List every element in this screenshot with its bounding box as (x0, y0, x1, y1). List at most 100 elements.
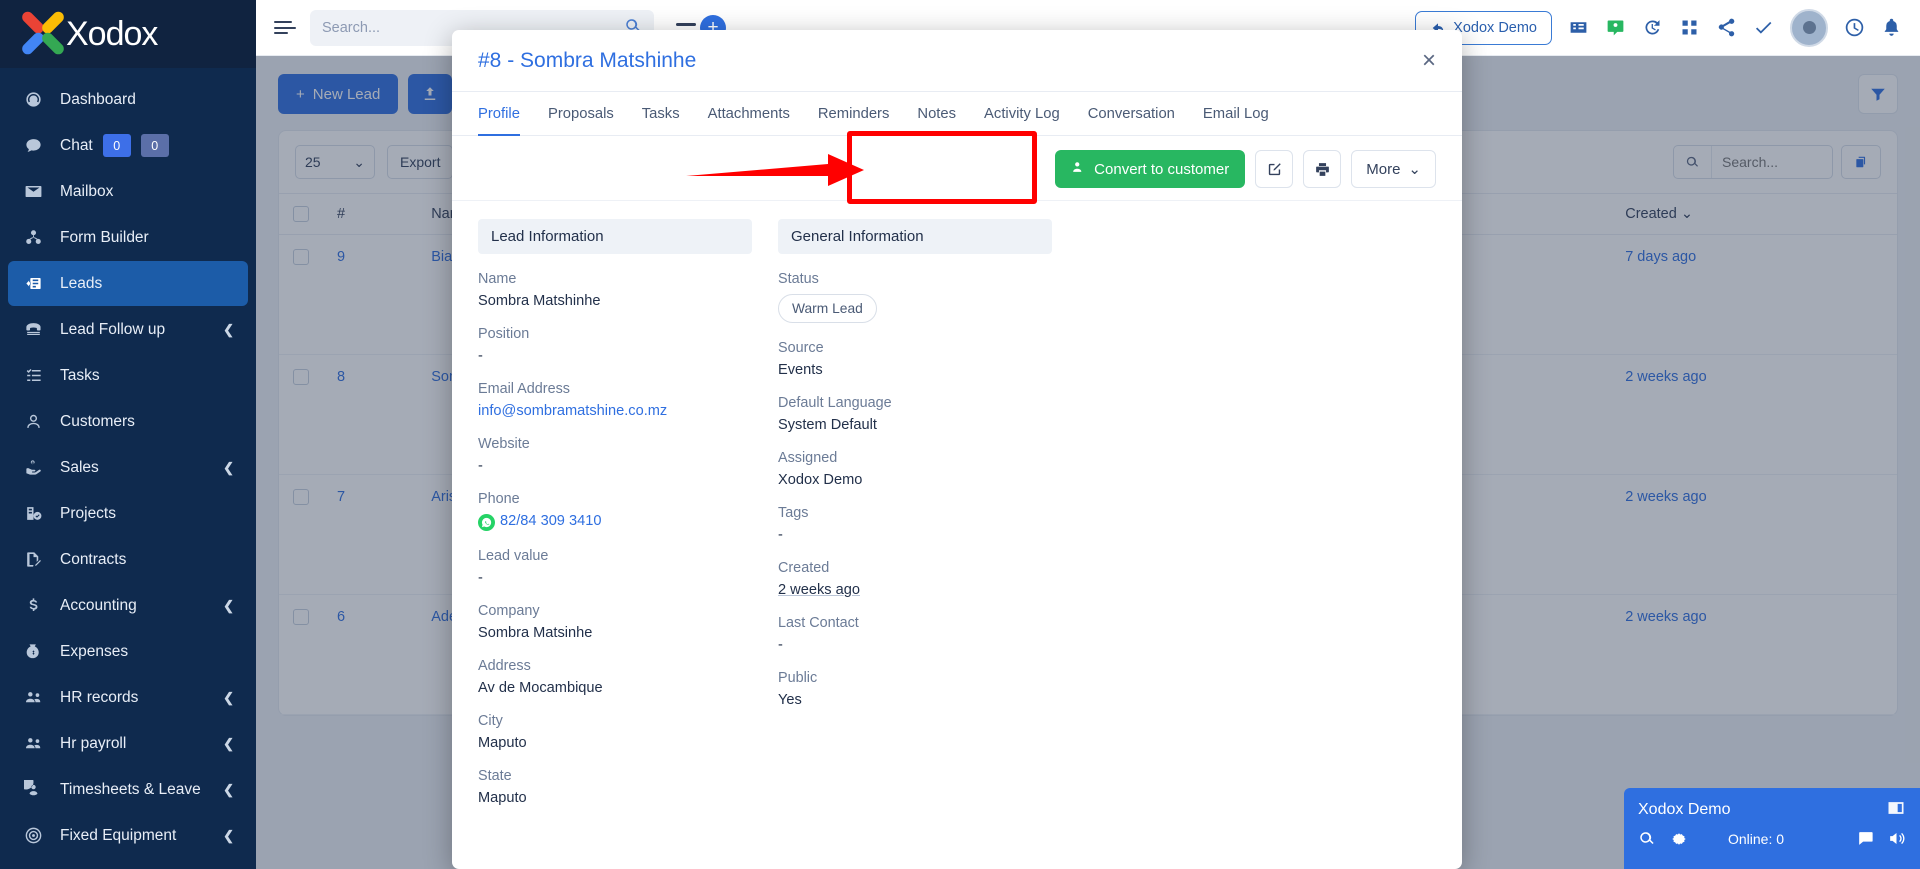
field-label: Website (478, 436, 530, 452)
sidebar-item-expenses[interactable]: Expenses (8, 629, 248, 674)
field-label: State (478, 768, 512, 784)
sidebar-item-hr-records[interactable]: HR records ❮ (8, 675, 248, 720)
tab-activity-log[interactable]: Activity Log (970, 92, 1074, 136)
field-label: Default Language (778, 395, 892, 411)
grid-icon[interactable] (1679, 17, 1700, 38)
field-label: Source (778, 340, 824, 356)
sidebar-item-projects[interactable]: Projects (8, 491, 248, 536)
convert-to-customer-label: Convert to customer (1094, 160, 1230, 178)
chevron-left-icon: ❮ (223, 689, 234, 705)
phone-value[interactable]: 82/84 309 3410 (478, 513, 752, 531)
status-badge[interactable]: Warm Lead (778, 294, 877, 323)
field-value: Sombra Matsinhe (478, 625, 593, 641)
tab-email-log[interactable]: Email Log (1189, 92, 1283, 136)
money-bag-icon (20, 641, 46, 663)
tab-conversation[interactable]: Conversation (1074, 92, 1189, 136)
sidebar-item-email-template[interactable]: Email Template ❮ (8, 859, 248, 869)
sidebar-item-lead-follow-up[interactable]: Lead Follow up ❮ (8, 307, 248, 352)
search-icon[interactable] (1638, 830, 1656, 848)
user-add-icon (1071, 160, 1086, 179)
panel-toggle-icon[interactable] (1886, 798, 1906, 821)
share-icon[interactable] (1716, 17, 1737, 38)
chevron-down-icon: ⌄ (1408, 161, 1421, 178)
field-value: Sombra Matshinhe (478, 293, 601, 309)
lead-information-panel: Lead Information Name Sombra Matshinhe P… (478, 219, 752, 806)
sidebar-item-leads[interactable]: Leads (8, 261, 248, 306)
sidebar-item-chat[interactable]: Chat 0 0 (8, 123, 248, 168)
gear-icon[interactable] (1670, 830, 1688, 848)
sidebar-item-label: Dashboard (60, 90, 136, 108)
form-builder-icon (20, 227, 46, 249)
sidebar-item-label: Projects (60, 504, 116, 522)
sidebar-item-customers[interactable]: Customers (8, 399, 248, 444)
target-icon (20, 825, 46, 847)
sidebar-item-label: Accounting (60, 596, 137, 614)
sidebar-item-fixed-equipment[interactable]: Fixed Equipment ❮ (8, 813, 248, 858)
modal-header: #8 - Sombra Matshinhe × (452, 30, 1462, 92)
field-company: Company Sombra Matsinhe (478, 603, 752, 641)
chevron-left-icon: ❮ (223, 827, 234, 843)
field-state: State Maputo (478, 768, 752, 806)
user-icon (20, 411, 46, 433)
more-button[interactable]: More ⌄ (1351, 150, 1436, 188)
sidebar-item-label: Customers (60, 412, 135, 430)
close-icon[interactable]: × (1422, 48, 1436, 73)
chat-widget[interactable]: Xodox Demo Online: 0 (1624, 788, 1920, 869)
sidebar-item-label: Leads (60, 274, 103, 292)
convert-to-customer-button[interactable]: Convert to customer (1055, 150, 1246, 188)
check-icon[interactable] (1753, 17, 1774, 38)
history-icon[interactable] (1642, 17, 1663, 38)
email-link[interactable]: info@sombramatshine.co.mz (478, 403, 752, 419)
sidebar-toggle-icon[interactable] (274, 18, 296, 38)
volume-icon[interactable] (1887, 829, 1906, 848)
tab-attachments[interactable]: Attachments (694, 92, 804, 136)
app-logo[interactable]: Xodox (0, 0, 256, 68)
message-icon[interactable] (1856, 829, 1875, 848)
tab-reminders[interactable]: Reminders (804, 92, 904, 136)
tab-proposals[interactable]: Proposals (534, 92, 628, 136)
users-icon (20, 733, 46, 755)
general-information-panel: General Information Status Warm Lead Sou… (778, 219, 1052, 806)
sidebar-item-label: Contracts (60, 550, 127, 568)
app-root: Xodox Dashboard Chat 0 0 Mailbox Form Bu… (0, 0, 1920, 869)
id-card-icon[interactable] (1568, 17, 1589, 38)
field-value: Maputo (478, 790, 527, 806)
sidebar-item-sales[interactable]: Sales ❮ (8, 445, 248, 490)
bell-icon[interactable] (1881, 17, 1902, 38)
sidebar-item-mailbox[interactable]: Mailbox (8, 169, 248, 214)
field-value: Yes (778, 692, 802, 708)
field-city: City Maputo (478, 713, 752, 751)
sidebar-item-form-builder[interactable]: Form Builder (8, 215, 248, 260)
field-label: Public (778, 670, 818, 686)
field-value: Av de Mocambique (478, 680, 603, 696)
sidebar-item-accounting[interactable]: Accounting ❮ (8, 583, 248, 628)
user-circle-icon (20, 779, 46, 801)
sidebar-item-timesheets-leave[interactable]: Timesheets & Leave ❮ (8, 767, 248, 812)
lead-information-heading: Lead Information (478, 219, 752, 254)
field-assigned: Assigned Xodox Demo (778, 450, 1052, 488)
sidebar-item-hr-payroll[interactable]: Hr payroll ❮ (8, 721, 248, 766)
add-contact-icon[interactable] (1605, 17, 1626, 38)
field-last-contact: Last Contact - (778, 615, 1052, 653)
sidebar-item-label: Hr payroll (60, 734, 127, 752)
lead-detail-modal: #8 - Sombra Matshinhe × Profile Proposal… (452, 30, 1462, 869)
field-position: Position - (478, 326, 752, 364)
field-label: Assigned (778, 450, 838, 466)
tab-tasks[interactable]: Tasks (628, 92, 694, 136)
field-tags: Tags - (778, 505, 1052, 543)
sidebar-item-dashboard[interactable]: Dashboard (8, 77, 248, 122)
projects-icon (20, 503, 46, 525)
avatar[interactable] (1790, 8, 1828, 47)
tab-profile[interactable]: Profile (478, 92, 534, 136)
tab-notes[interactable]: Notes (903, 92, 970, 136)
edit-button[interactable] (1255, 150, 1294, 188)
print-button[interactable] (1303, 150, 1342, 188)
field-label: Email Address (478, 381, 570, 397)
whatsapp-icon[interactable] (478, 514, 495, 531)
sidebar-item-tasks[interactable]: Tasks (8, 353, 248, 398)
logo-wordmark: Xodox (66, 14, 158, 53)
clock-icon[interactable] (1844, 17, 1865, 38)
chat-widget-header: Xodox Demo (1624, 788, 1920, 825)
sidebar-item-contracts[interactable]: Contracts (8, 537, 248, 582)
top-bar-actions: Xodox Demo (1415, 8, 1902, 47)
